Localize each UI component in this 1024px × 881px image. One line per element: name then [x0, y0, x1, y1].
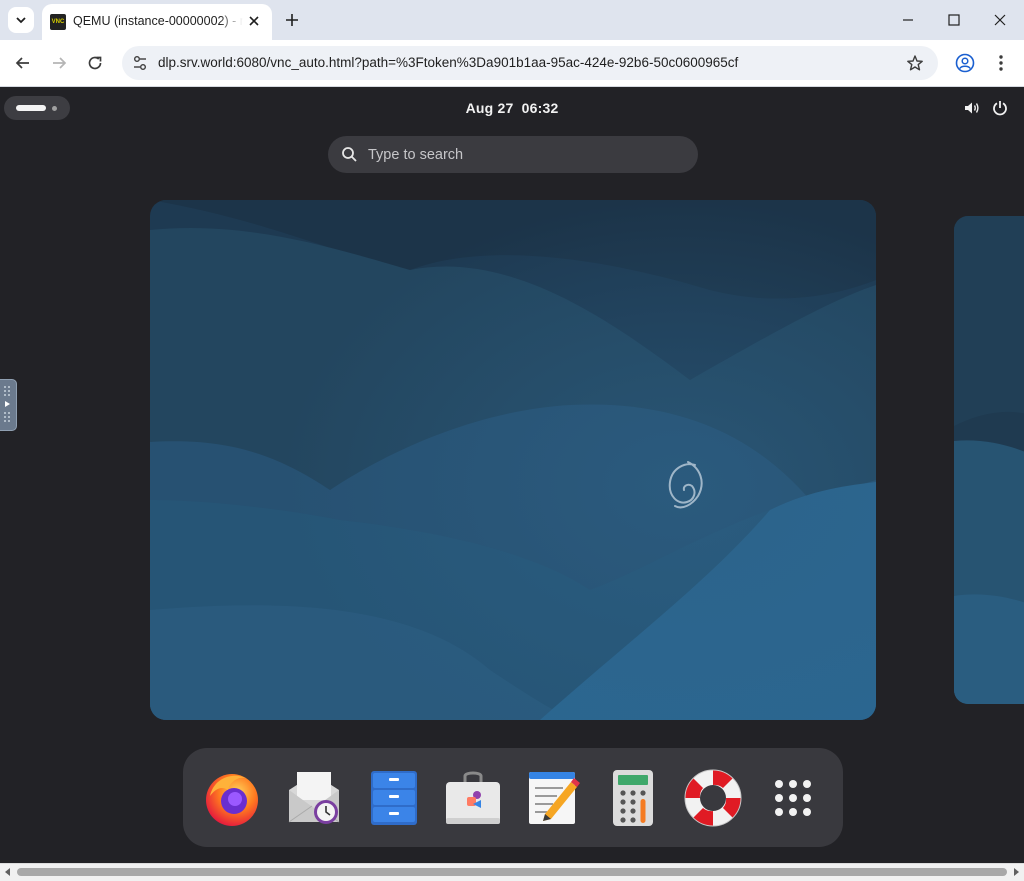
calculator-icon[interactable]	[603, 768, 663, 828]
tab-search-button[interactable]	[8, 7, 34, 33]
evolution-mail-icon[interactable]	[284, 768, 344, 828]
tab-close-icon[interactable]	[246, 13, 262, 29]
new-tab-button[interactable]	[282, 10, 302, 30]
forward-button[interactable]	[48, 52, 70, 74]
workspace-indicator	[52, 106, 57, 111]
search-input[interactable]	[368, 136, 678, 173]
workspace-thumbnail-2[interactable]	[954, 216, 1024, 704]
software-store-icon[interactable]	[443, 768, 503, 828]
scrollbar-thumb[interactable]	[17, 868, 1007, 876]
scroll-left-icon[interactable]	[4, 868, 12, 876]
firefox-icon[interactable]	[202, 768, 262, 828]
clock[interactable]: Aug 27 06:32	[466, 100, 559, 116]
vnc-desktop[interactable]: Aug 27 06:32	[0, 87, 1024, 863]
window-close-button[interactable]	[988, 8, 1012, 32]
debian-wallpaper-peek	[954, 216, 1024, 704]
address-bar[interactable]: dlp.srv.world:6080/vnc_auto.html?path=%3…	[122, 46, 938, 80]
minimize-button[interactable]	[896, 8, 920, 32]
novnc-control-bar-handle[interactable]	[0, 379, 17, 431]
profile-icon[interactable]	[954, 52, 976, 74]
browser-tab-active[interactable]: VNC QEMU (instance-00000002) - noVNC	[42, 4, 272, 40]
overview-search[interactable]	[328, 136, 698, 173]
horizontal-scrollbar[interactable]	[0, 863, 1024, 881]
help-lifebuoy-icon[interactable]	[683, 768, 743, 828]
maximize-button[interactable]	[942, 8, 966, 32]
gnome-top-bar: Aug 27 06:32	[0, 87, 1024, 129]
file-cabinet-icon[interactable]	[364, 768, 424, 828]
power-icon[interactable]	[991, 99, 1009, 117]
workspace-thumbnail-1[interactable]	[150, 200, 876, 720]
active-workspace-indicator	[16, 105, 46, 111]
app-grid-icon[interactable]	[763, 768, 823, 828]
vnc-favicon-icon: VNC	[50, 14, 66, 30]
tab-title: QEMU (instance-00000002) - noVNC	[73, 14, 243, 28]
kebab-menu-icon[interactable]	[992, 52, 1010, 74]
activities-button[interactable]	[4, 96, 70, 120]
reload-button[interactable]	[84, 52, 106, 74]
search-icon	[342, 147, 357, 162]
text-editor-icon[interactable]	[523, 768, 583, 828]
scroll-right-icon[interactable]	[1012, 868, 1020, 876]
volume-icon[interactable]	[963, 99, 981, 117]
bookmark-star-icon[interactable]	[906, 54, 924, 72]
site-info-tune-icon[interactable]	[130, 53, 150, 73]
url-text: dlp.srv.world:6080/vnc_auto.html?path=%3…	[158, 55, 739, 70]
browser-titlebar: VNC QEMU (instance-00000002) - noVNC	[0, 0, 1024, 40]
back-button[interactable]	[12, 52, 34, 74]
debian-wallpaper	[150, 200, 876, 720]
grip-arrow-icon	[4, 386, 10, 422]
dash-dock	[183, 748, 843, 847]
browser-toolbar: dlp.srv.world:6080/vnc_auto.html?path=%3…	[0, 40, 1024, 87]
chevron-down-icon	[16, 17, 26, 24]
